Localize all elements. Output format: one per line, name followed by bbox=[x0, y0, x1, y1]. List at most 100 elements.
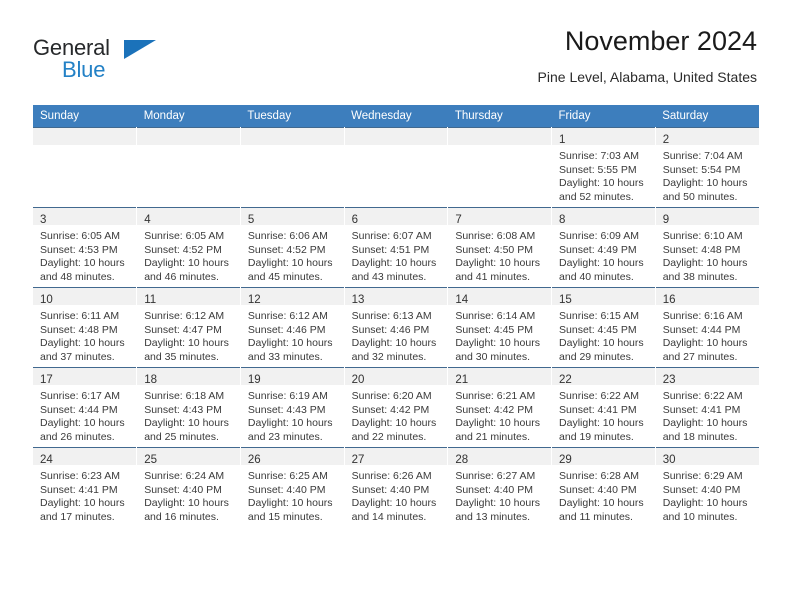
calendar-day-cell[interactable]: 11 Sunrise: 6:12 AM Sunset: 4:47 PM Dayligh… bbox=[136, 287, 241, 368]
day-cell-body: Sunrise: 6:12 AM Sunset: 4:46 PM Daylight:… bbox=[241, 305, 344, 364]
sunrise-text: Sunrise: 6:29 AM bbox=[662, 470, 743, 482]
calendar-day-cell[interactable]: 22 Sunrise: 6:22 AM Sunset: 4:41 PM Dayligh… bbox=[551, 367, 656, 448]
calendar-day-cell[interactable]: 4 Sunrise: 6:05 AM Sunset: 4:52 PM Daylight… bbox=[136, 207, 241, 288]
sunset-text: Sunset: 4:45 PM bbox=[455, 323, 533, 336]
sunrise-text: Sunrise: 6:20 AM bbox=[351, 390, 432, 402]
day-number-band: 7 bbox=[448, 208, 552, 226]
calendar-day-cell[interactable]: 20 Sunrise: 6:20 AM Sunset: 4:42 PM Dayligh… bbox=[344, 367, 449, 448]
calendar-day-cell[interactable]: 6 Sunrise: 6:07 AM Sunset: 4:51 PM Daylight… bbox=[344, 207, 449, 288]
calendar-day-cell[interactable]: 19 Sunrise: 6:19 AM Sunset: 4:43 PM Dayligh… bbox=[240, 367, 345, 448]
calendar-day-cell[interactable]: 17 Sunrise: 6:17 AM Sunset: 4:44 PM Dayligh… bbox=[33, 367, 138, 448]
day-number-band: 26 bbox=[240, 448, 344, 466]
calendar-day-cell[interactable]: 18 Sunrise: 6:18 AM Sunset: 4:43 PM Dayligh… bbox=[136, 367, 241, 448]
sunrise-text: Sunrise: 6:17 AM bbox=[40, 390, 120, 402]
sunrise-text: Sunrise: 6:16 AM bbox=[662, 310, 743, 322]
calendar-day-cell[interactable]: 21 Sunrise: 6:21 AM Sunset: 4:42 PM Dayligh… bbox=[447, 367, 553, 448]
weekday-header-thursday: Thursday bbox=[447, 105, 552, 128]
daylight-text-line1: Daylight: 10 hours bbox=[662, 337, 748, 350]
daylight-text-line1: Daylight: 10 hours bbox=[351, 257, 437, 270]
daylight-text-line1: Daylight: 10 hours bbox=[559, 257, 644, 270]
day-cell-body: Sunrise: 6:22 AM Sunset: 4:41 PM Daylight:… bbox=[552, 385, 655, 444]
calendar-day-cell[interactable]: 24 Sunrise: 6:23 AM Sunset: 4:41 PM Dayligh… bbox=[33, 447, 138, 527]
daylight-text-line2: and 15 minutes. bbox=[247, 510, 323, 523]
day-cell-body: Sunrise: 6:08 AM Sunset: 4:50 PM Daylight:… bbox=[448, 225, 551, 284]
sunset-text: Sunset: 4:40 PM bbox=[247, 483, 326, 496]
sunset-text: Sunset: 4:53 PM bbox=[40, 243, 118, 256]
calendar-day-cell[interactable]: 26 Sunrise: 6:25 AM Sunset: 4:40 PM Dayligh… bbox=[240, 447, 345, 527]
day-number-band bbox=[33, 128, 137, 145]
calendar-day-cell[interactable]: 29 Sunrise: 6:28 AM Sunset: 4:40 PM Dayligh… bbox=[551, 447, 656, 527]
calendar-day-cell[interactable]: 7 Sunrise: 6:08 AM Sunset: 4:50 PM Daylight… bbox=[447, 207, 553, 288]
daylight-text-line1: Daylight: 10 hours bbox=[40, 337, 125, 350]
day-cell-body: Sunrise: 6:25 AM Sunset: 4:40 PM Daylight:… bbox=[241, 465, 344, 524]
calendar-day-cell[interactable]: 13 Sunrise: 6:13 AM Sunset: 4:46 PM Dayligh… bbox=[344, 287, 449, 368]
calendar-day-cell[interactable]: 12 Sunrise: 6:12 AM Sunset: 4:46 PM Dayligh… bbox=[240, 287, 345, 368]
daylight-text-line2: and 45 minutes. bbox=[247, 270, 323, 283]
daylight-text-line2: and 25 minutes. bbox=[144, 430, 219, 443]
day-number-band: 30 bbox=[655, 448, 759, 466]
sunrise-text: Sunrise: 6:15 AM bbox=[559, 310, 639, 322]
day-cell-body: Sunrise: 6:26 AM Sunset: 4:40 PM Daylight:… bbox=[345, 465, 448, 524]
sunset-text: Sunset: 4:40 PM bbox=[662, 483, 741, 496]
day-number: 8 bbox=[559, 214, 566, 226]
page-header: General Blue November 2024 Pine Level, A… bbox=[33, 24, 757, 96]
calendar-day-cell[interactable]: 5 Sunrise: 6:06 AM Sunset: 4:52 PM Daylight… bbox=[240, 207, 345, 288]
calendar-day-cell[interactable]: 27 Sunrise: 6:26 AM Sunset: 4:40 PM Dayligh… bbox=[344, 447, 449, 527]
day-cell-body: Sunrise: 6:16 AM Sunset: 4:44 PM Daylight:… bbox=[656, 305, 759, 364]
daylight-text-line1: Daylight: 10 hours bbox=[662, 177, 748, 190]
day-number: 25 bbox=[144, 454, 157, 466]
day-cell-body: Sunrise: 6:09 AM Sunset: 4:49 PM Daylight:… bbox=[552, 225, 655, 284]
sunrise-text: Sunrise: 6:18 AM bbox=[144, 390, 225, 402]
day-number-band: 9 bbox=[655, 208, 759, 226]
sunrise-text: Sunrise: 6:19 AM bbox=[247, 390, 328, 402]
day-number-band: 3 bbox=[33, 208, 137, 226]
daylight-text-line2: and 48 minutes. bbox=[40, 270, 115, 283]
calendar-day-cell[interactable]: 3 Sunrise: 6:05 AM Sunset: 4:53 PM Daylight… bbox=[33, 207, 138, 288]
daylight-text-line2: and 22 minutes. bbox=[351, 430, 427, 443]
daylight-text-line1: Daylight: 10 hours bbox=[247, 257, 333, 270]
daylight-text-line2: and 43 minutes. bbox=[351, 270, 427, 283]
daylight-text-line1: Daylight: 10 hours bbox=[247, 417, 333, 430]
calendar-day-cell[interactable]: 28 Sunrise: 6:27 AM Sunset: 4:40 PM Dayligh… bbox=[447, 447, 553, 527]
calendar-day-cell[interactable]: 16 Sunrise: 6:16 AM Sunset: 4:44 PM Dayligh… bbox=[655, 287, 759, 368]
calendar-day-cell[interactable]: 1 Sunrise: 7:03 AM Sunset: 5:55 PM Daylight… bbox=[551, 127, 656, 208]
daylight-text-line1: Daylight: 10 hours bbox=[662, 417, 748, 430]
day-number-band: 1 bbox=[552, 128, 655, 146]
day-number-band: 22 bbox=[552, 368, 655, 386]
calendar-day-cell[interactable]: 9 Sunrise: 6:10 AM Sunset: 4:48 PM Daylight… bbox=[655, 207, 759, 288]
day-number: 26 bbox=[247, 454, 261, 466]
sunset-text: Sunset: 4:46 PM bbox=[247, 323, 326, 336]
day-number-band: 5 bbox=[240, 208, 344, 226]
daylight-text-line2: and 50 minutes. bbox=[662, 190, 738, 203]
calendar-day-cell-empty bbox=[447, 127, 553, 208]
day-number-band: 25 bbox=[137, 448, 240, 466]
daylight-text-line2: and 27 minutes. bbox=[662, 350, 738, 363]
daylight-text-line1: Daylight: 10 hours bbox=[40, 417, 125, 430]
calendar-day-cell[interactable]: 25 Sunrise: 6:24 AM Sunset: 4:40 PM Dayligh… bbox=[136, 447, 241, 527]
sunrise-text: Sunrise: 6:12 AM bbox=[247, 310, 328, 322]
calendar-day-cell[interactable]: 23 Sunrise: 6:22 AM Sunset: 4:41 PM Dayligh… bbox=[655, 367, 759, 448]
calendar-day-cell[interactable]: 8 Sunrise: 6:09 AM Sunset: 4:49 PM Daylight… bbox=[551, 207, 656, 288]
daylight-text-line2: and 35 minutes. bbox=[144, 350, 219, 363]
calendar-day-cell[interactable]: 10 Sunrise: 6:11 AM Sunset: 4:48 PM Dayligh… bbox=[33, 287, 138, 368]
brand-logo[interactable]: General Blue bbox=[33, 36, 233, 92]
calendar-day-cell[interactable]: 2 Sunrise: 7:04 AM Sunset: 5:54 PM Daylight… bbox=[655, 127, 759, 208]
day-cell-body: Sunrise: 6:23 AM Sunset: 4:41 PM Daylight:… bbox=[33, 465, 136, 524]
daylight-text-line1: Daylight: 10 hours bbox=[351, 497, 437, 510]
sunset-text: Sunset: 4:49 PM bbox=[559, 243, 637, 256]
brand-name-blue: Blue bbox=[62, 57, 106, 82]
weekday-header-saturday: Saturday bbox=[655, 105, 759, 128]
calendar-day-cell[interactable]: 15 Sunrise: 6:15 AM Sunset: 4:45 PM Dayligh… bbox=[551, 287, 656, 368]
daylight-text-line1: Daylight: 10 hours bbox=[455, 417, 540, 430]
daylight-text-line2: and 19 minutes. bbox=[559, 430, 634, 443]
sunset-text: Sunset: 4:41 PM bbox=[559, 403, 637, 416]
title-block: November 2024 Pine Level, Alabama, Unite… bbox=[538, 24, 757, 87]
day-number: 17 bbox=[40, 374, 53, 386]
sunrise-text: Sunrise: 6:26 AM bbox=[351, 470, 432, 482]
sunset-text: Sunset: 4:42 PM bbox=[351, 403, 430, 416]
day-number-band: 20 bbox=[344, 368, 448, 386]
sunset-text: Sunset: 4:48 PM bbox=[662, 243, 741, 256]
calendar-day-cell[interactable]: 14 Sunrise: 6:14 AM Sunset: 4:45 PM Dayligh… bbox=[447, 287, 553, 368]
calendar-day-cell[interactable]: 30 Sunrise: 6:29 AM Sunset: 4:40 PM Dayligh… bbox=[655, 447, 759, 527]
sunrise-text: Sunrise: 6:27 AM bbox=[455, 470, 536, 482]
